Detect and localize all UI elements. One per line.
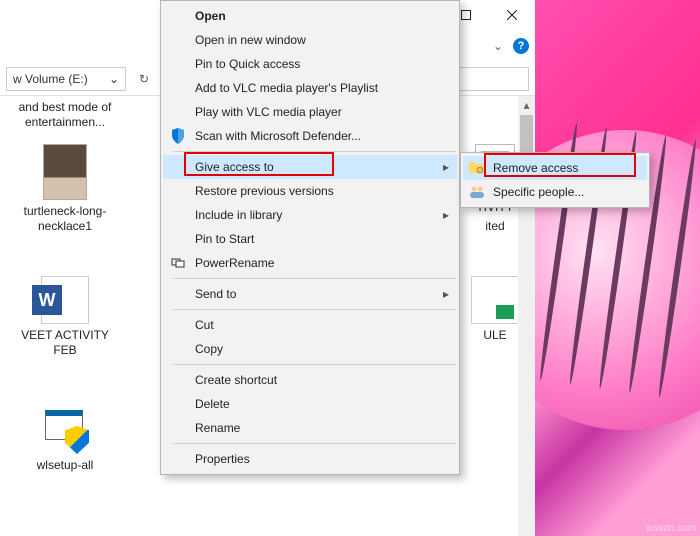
- powerrename-icon: [169, 254, 187, 272]
- file-label: VEET ACTIVITY FEB: [10, 328, 120, 358]
- menu-restore-versions[interactable]: Restore previous versions: [163, 179, 457, 203]
- submenu-remove-access[interactable]: Remove access: [463, 156, 647, 180]
- file-label: ULE: [483, 328, 506, 343]
- file-label: wlsetup-all: [37, 458, 94, 473]
- file-label: turtleneck-long-necklace1: [10, 204, 120, 234]
- folder-lock-icon: [468, 159, 486, 177]
- chevron-right-icon: ▸: [443, 208, 449, 222]
- menu-cut[interactable]: Cut: [163, 313, 457, 337]
- separator: [173, 309, 456, 310]
- chevron-down-icon: ⌄: [109, 72, 119, 86]
- menu-vlc-add[interactable]: Add to VLC media player's Playlist: [163, 76, 457, 100]
- menu-send-to[interactable]: Send to ▸: [163, 282, 457, 306]
- shield-icon: [169, 127, 187, 145]
- chevron-right-icon: ▸: [443, 160, 449, 174]
- drive-dropdown[interactable]: w Volume (E:) ⌄: [6, 67, 126, 91]
- menu-copy[interactable]: Copy: [163, 337, 457, 361]
- menu-pin-start[interactable]: Pin to Start: [163, 227, 457, 251]
- menu-delete[interactable]: Delete: [163, 392, 457, 416]
- menu-pin-quick-access[interactable]: Pin to Quick access: [163, 52, 457, 76]
- image-thumbnail-icon: [43, 144, 87, 200]
- menu-open-new-window[interactable]: Open in new window: [163, 28, 457, 52]
- chevron-down-icon[interactable]: ⌄: [493, 39, 503, 53]
- help-icon[interactable]: ?: [513, 38, 529, 54]
- separator: [173, 443, 456, 444]
- installer-shield-icon: [41, 406, 89, 454]
- separator: [173, 151, 456, 152]
- menu-create-shortcut[interactable]: Create shortcut: [163, 368, 457, 392]
- submenu-specific-people[interactable]: Specific people...: [463, 180, 647, 204]
- file-item[interactable]: VEET ACTIVITY FEB: [10, 276, 120, 358]
- word-icon: [41, 276, 89, 324]
- chevron-right-icon: ▸: [443, 287, 449, 301]
- menu-include-library[interactable]: Include in library ▸: [163, 203, 457, 227]
- menu-vlc-play[interactable]: Play with VLC media player: [163, 100, 457, 124]
- excel-icon: [471, 276, 519, 324]
- file-label: and best mode of entertainmen...: [10, 100, 120, 130]
- menu-open[interactable]: Open: [163, 4, 457, 28]
- context-menu: Open Open in new window Pin to Quick acc…: [160, 0, 460, 475]
- scroll-up-arrow-icon[interactable]: ▴: [518, 96, 535, 113]
- desktop-wallpaper: [535, 0, 700, 536]
- file-label: ited: [485, 219, 504, 234]
- menu-give-access-to[interactable]: Give access to ▸: [163, 155, 457, 179]
- separator: [173, 278, 456, 279]
- give-access-submenu: Remove access Specific people...: [460, 152, 650, 208]
- file-item[interactable]: turtleneck-long-necklace1: [10, 144, 120, 234]
- separator: [173, 364, 456, 365]
- refresh-button[interactable]: ↻: [132, 67, 156, 91]
- drive-label: w Volume (E:): [13, 72, 88, 86]
- menu-properties[interactable]: Properties: [163, 447, 457, 471]
- file-item[interactable]: and best mode of entertainmen...: [10, 96, 120, 130]
- menu-powerrename[interactable]: PowerRename: [163, 251, 457, 275]
- menu-defender[interactable]: Scan with Microsoft Defender...: [163, 124, 457, 148]
- menu-rename[interactable]: Rename: [163, 416, 457, 440]
- file-item[interactable]: wlsetup-all: [10, 406, 120, 473]
- people-icon: [468, 183, 486, 201]
- close-button[interactable]: [489, 0, 535, 30]
